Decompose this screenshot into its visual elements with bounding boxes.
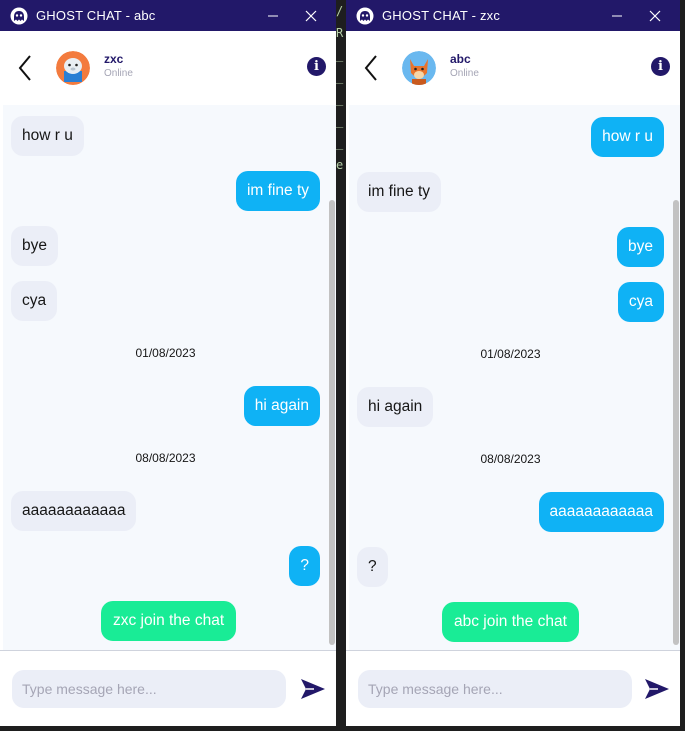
back-arrow-icon[interactable]: [14, 53, 36, 83]
message-list[interactable]: how r u im fine ty bye cya 01/08/2023 hi…: [3, 105, 336, 650]
join-notice: zxc join the chat: [101, 601, 237, 641]
message-incoming: how r u: [11, 116, 84, 156]
avatar: [56, 51, 90, 85]
contact-name: abc: [450, 51, 471, 66]
contact-status: Online: [450, 67, 479, 79]
message-input[interactable]: [358, 670, 632, 708]
info-icon[interactable]: i: [651, 57, 670, 76]
message-outgoing: cya: [617, 282, 664, 322]
message-outgoing: how r u: [591, 117, 664, 157]
join-notice: abc join the chat: [442, 602, 579, 642]
contact-status: Online: [104, 67, 133, 79]
info-icon[interactable]: i: [307, 57, 326, 76]
minimize-icon[interactable]: [258, 0, 288, 31]
message-incoming: ?: [357, 547, 388, 587]
chat-header: zxc Online i: [0, 31, 336, 105]
send-icon[interactable]: [644, 678, 670, 700]
composer: [346, 650, 680, 726]
composer: [0, 650, 336, 726]
date-separator: 08/08/2023: [480, 452, 541, 466]
scrollbar[interactable]: [672, 105, 680, 650]
message-outgoing: aaaaaaaaaaaa: [538, 492, 664, 532]
message-outgoing: bye: [617, 227, 664, 267]
avatar: [402, 51, 436, 85]
date-separator: 01/08/2023: [135, 346, 196, 360]
close-icon[interactable]: [640, 0, 670, 31]
chat-header: abc Online i: [346, 31, 680, 105]
message-list[interactable]: how r u im fine ty bye cya 01/08/2023 hi…: [349, 105, 680, 650]
chat-window-abc: GHOST CHAT - abc zxc Online i how r u im…: [0, 0, 336, 726]
scroll-thumb[interactable]: [329, 200, 335, 645]
message-outgoing: ?: [289, 546, 320, 586]
message-outgoing: hi again: [243, 386, 320, 426]
date-separator: 01/08/2023: [480, 347, 541, 361]
message-incoming: bye: [11, 226, 58, 266]
close-icon[interactable]: [296, 0, 326, 31]
title-bar: GHOST CHAT - abc: [0, 0, 336, 31]
message-incoming: im fine ty: [357, 172, 442, 212]
message-incoming: hi again: [357, 387, 434, 427]
ghost-icon: [356, 7, 374, 25]
date-separator: 08/08/2023: [135, 451, 196, 465]
scroll-thumb[interactable]: [673, 200, 679, 645]
message-input[interactable]: [12, 670, 286, 708]
window-title: GHOST CHAT - abc: [36, 8, 156, 23]
message-incoming: cya: [11, 281, 58, 321]
scrollbar[interactable]: [328, 105, 336, 650]
message-incoming: aaaaaaaaaaaa: [11, 491, 137, 531]
window-title: GHOST CHAT - zxc: [382, 8, 501, 23]
back-arrow-icon[interactable]: [360, 53, 382, 83]
minimize-icon[interactable]: [602, 0, 632, 31]
message-outgoing: im fine ty: [235, 171, 320, 211]
contact-name: zxc: [104, 51, 124, 66]
send-icon[interactable]: [300, 678, 326, 700]
ghost-icon: [10, 7, 28, 25]
chat-window-zxc: GHOST CHAT - zxc abc Online i how r u im…: [346, 0, 680, 726]
title-bar: GHOST CHAT - zxc: [346, 0, 680, 31]
